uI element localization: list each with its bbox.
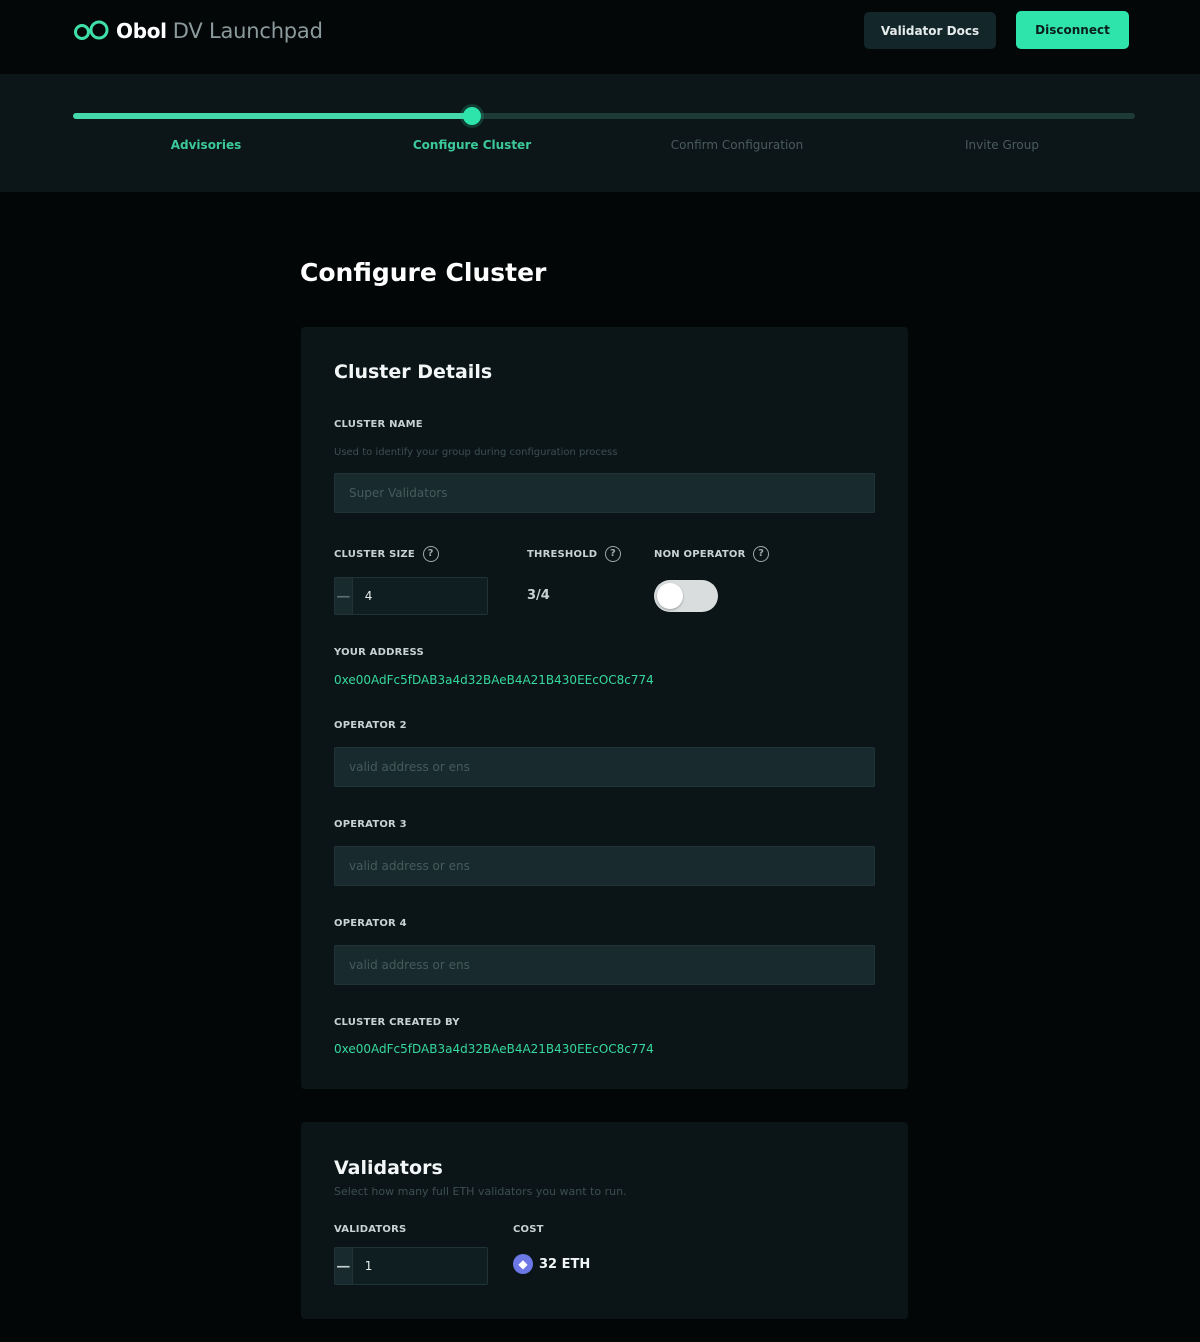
ethereum-icon: ◆ bbox=[513, 1254, 533, 1274]
cluster-details-title: Cluster Details bbox=[334, 361, 493, 383]
step-invite-group: Invite Group bbox=[964, 138, 1039, 152]
progress-fill bbox=[73, 113, 472, 119]
top-bar: Obol DV Launchpad Validator Docs Disconn… bbox=[0, 0, 1200, 74]
toggle-knob bbox=[657, 583, 683, 609]
validators-title: Validators bbox=[334, 1157, 443, 1179]
operator-4-input[interactable] bbox=[334, 945, 875, 985]
cluster-name-input[interactable] bbox=[334, 473, 875, 513]
step-confirm-configuration: Confirm Configuration bbox=[670, 138, 804, 152]
non-operator-label: NON OPERATOR ? bbox=[654, 546, 770, 562]
validators-input[interactable] bbox=[351, 1248, 487, 1284]
page-title: Configure Cluster bbox=[300, 258, 547, 287]
minus-icon: − bbox=[335, 584, 352, 608]
cluster-size-decrement-button[interactable]: − bbox=[335, 578, 352, 614]
question-circle-icon[interactable]: ? bbox=[604, 546, 621, 562]
cluster-size-input[interactable] bbox=[351, 578, 487, 614]
cluster-created-by-value: 0xe00AdFc5fDAB3a4d32BAeB4A21B430EEcOC8c7… bbox=[334, 1042, 654, 1056]
question-circle-icon[interactable]: ? bbox=[422, 546, 439, 562]
cost-display: ◆ 32 ETH bbox=[513, 1254, 590, 1274]
cluster-name-label: CLUSTER NAME bbox=[334, 419, 423, 430]
minus-icon: − bbox=[335, 1254, 352, 1278]
non-operator-label-text: NON OPERATOR bbox=[654, 549, 746, 560]
infinity-logo-icon bbox=[72, 20, 110, 42]
your-address-value: 0xe00AdFc5fDAB3a4d32BAeB4A21B430EEcOC8c7… bbox=[334, 673, 654, 687]
cluster-size-stepper: − + bbox=[334, 577, 488, 615]
question-circle-icon[interactable]: ? bbox=[753, 546, 770, 562]
step-advisories[interactable]: Advisories bbox=[106, 138, 306, 152]
cluster-size-label-text: CLUSTER SIZE bbox=[334, 549, 415, 560]
progress-stepper bbox=[0, 74, 1200, 192]
operator-4-label: OPERATOR 4 bbox=[334, 918, 407, 929]
threshold-label: THRESHOLD ? bbox=[527, 546, 621, 562]
threshold-label-text: THRESHOLD bbox=[527, 549, 598, 560]
brand-name: Obol bbox=[116, 19, 167, 43]
validators-label: VALIDATORS bbox=[334, 1224, 407, 1235]
brand-logo[interactable]: Obol DV Launchpad bbox=[72, 16, 323, 46]
cluster-created-by-label: CLUSTER CREATED BY bbox=[334, 1017, 460, 1028]
your-address-label: YOUR ADDRESS bbox=[334, 647, 424, 658]
disconnect-button[interactable]: Disconnect bbox=[1016, 11, 1129, 49]
validator-docs-button[interactable]: Validator Docs bbox=[864, 12, 996, 49]
validators-card: Validators Select how many full ETH vali… bbox=[301, 1122, 908, 1319]
progress-current-dot bbox=[463, 107, 481, 125]
cost-value: 32 ETH bbox=[539, 1256, 591, 1272]
cluster-size-label: CLUSTER SIZE ? bbox=[334, 546, 439, 562]
operator-3-input[interactable] bbox=[334, 846, 875, 886]
cost-label: COST bbox=[513, 1224, 544, 1235]
validators-decrement-button[interactable]: − bbox=[335, 1248, 352, 1284]
cluster-details-card: Cluster Details CLUSTER NAME Used to ide… bbox=[301, 327, 908, 1089]
product-name: DV Launchpad bbox=[172, 19, 323, 43]
cluster-name-help: Used to identify your group during confi… bbox=[334, 447, 618, 458]
validators-stepper: − + bbox=[334, 1247, 488, 1285]
threshold-value: 3/4 bbox=[527, 588, 550, 603]
operator-2-input[interactable] bbox=[334, 747, 875, 787]
validators-help: Select how many full ETH validators you … bbox=[334, 1185, 627, 1198]
non-operator-toggle[interactable] bbox=[654, 580, 718, 612]
step-configure-cluster[interactable]: Configure Cluster bbox=[372, 138, 572, 152]
operator-3-label: OPERATOR 3 bbox=[334, 819, 407, 830]
operator-2-label: OPERATOR 2 bbox=[334, 720, 407, 731]
